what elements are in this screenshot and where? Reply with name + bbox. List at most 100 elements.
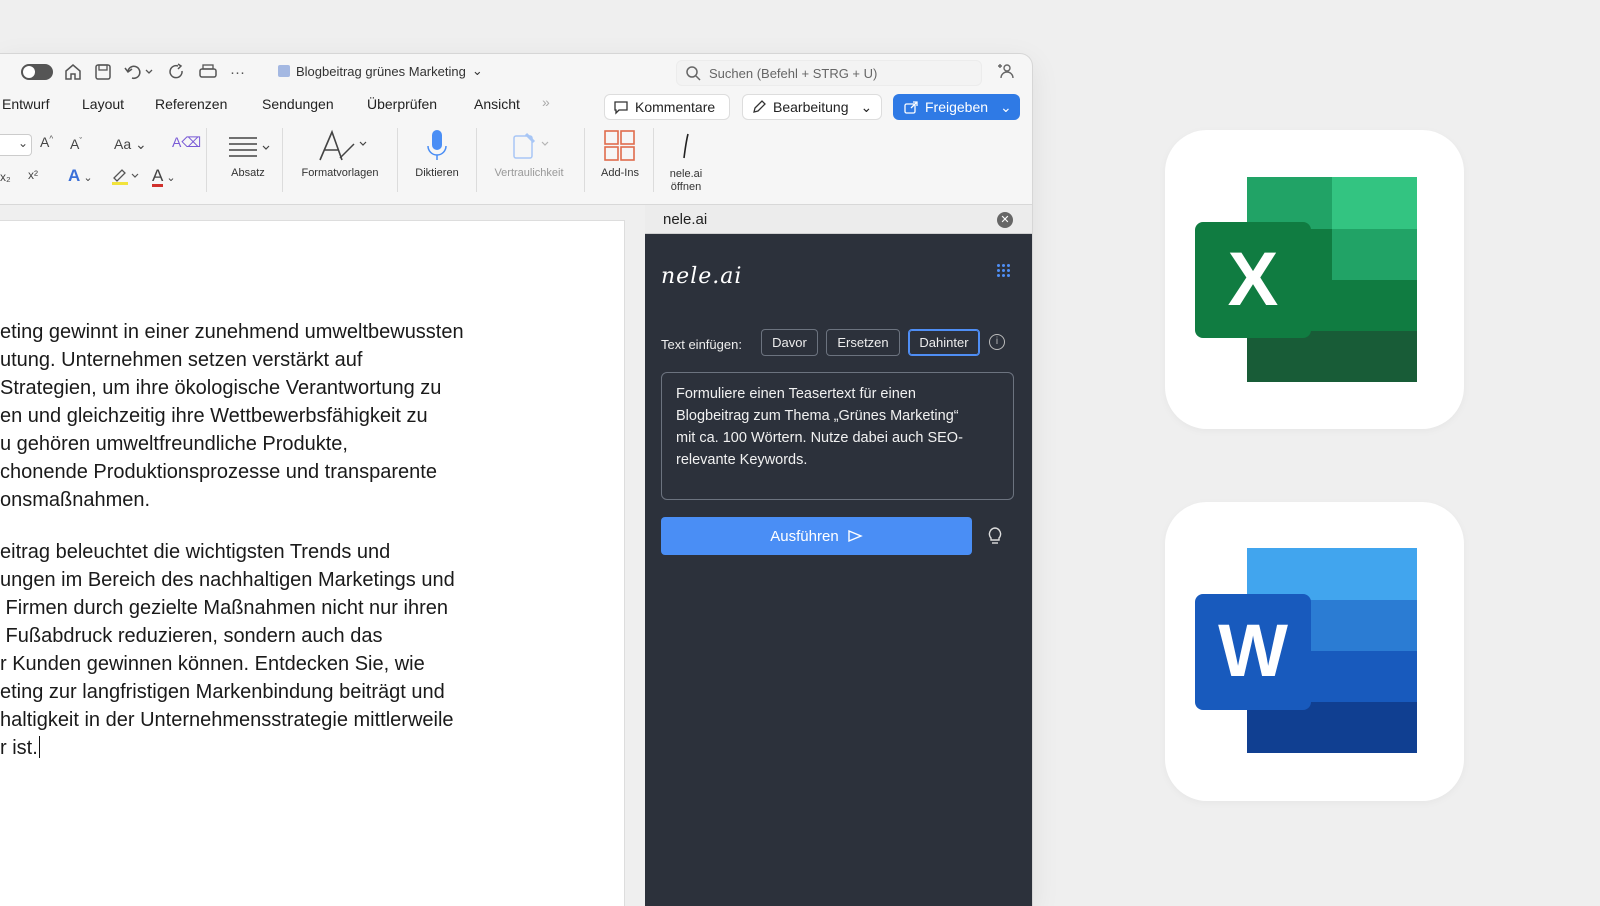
tab-layout[interactable]: Layout <box>82 94 124 114</box>
excel-app-tile: X <box>1165 130 1464 429</box>
styles-icon <box>319 129 367 161</box>
ribbon-separator <box>584 128 585 192</box>
document-line: utung. Unternehmen setzen verstärkt auf <box>0 349 363 371</box>
insert-replace-button[interactable]: Ersetzen <box>826 329 900 356</box>
document-line: r Kunden gewinnen können. Entdecken Sie,… <box>0 653 425 675</box>
nele-open-label-1: nele.ai <box>669 168 703 180</box>
grow-font-icon[interactable]: A^ <box>40 134 53 150</box>
editing-label: Bearbeitung <box>773 99 849 115</box>
chevron-down-icon: ⌄ <box>1000 98 1012 115</box>
paragraph-label: Absatz <box>231 167 265 179</box>
addins-label: Add-Ins <box>601 167 639 179</box>
document-line: haltigkeit in der Unternehmensstrategie … <box>0 709 454 731</box>
redo-icon[interactable] <box>168 62 186 82</box>
word-logo-icon: W <box>1195 548 1417 753</box>
text-effects-icon[interactable]: A ⌄ <box>68 166 93 186</box>
addins-group[interactable]: Add-Ins <box>592 126 648 179</box>
editing-mode-button[interactable]: Bearbeitung ⌄ <box>742 94 882 120</box>
insert-before-button[interactable]: Davor <box>761 329 818 356</box>
document-area: eting gewinnt in einer zunehmend umweltb… <box>0 204 645 906</box>
save-icon[interactable] <box>94 62 112 82</box>
tab-entwurf[interactable]: Entwurf <box>2 94 49 114</box>
sensitivity-icon <box>513 132 549 159</box>
sensitivity-group[interactable]: Vertraulichkeit <box>486 126 572 179</box>
superscript-icon[interactable]: x² <box>28 168 38 182</box>
document-line: onsmaßnahmen. <box>0 489 151 511</box>
nele-taskpane: nele.ai Text einfügen: Davor Ersetzen Da… <box>645 234 1032 906</box>
tab-ansicht[interactable]: Ansicht <box>474 94 520 114</box>
chevron-down-icon: ⌄ <box>860 98 873 115</box>
search-placeholder: Suchen (Befehl + STRG + U) <box>709 65 878 81</box>
word-letter: W <box>1218 609 1288 692</box>
insert-label: Text einfügen: <box>661 337 742 352</box>
document-line: ungen im Bereich des nachhaltigen Market… <box>0 569 455 591</box>
text-cursor <box>38 736 41 758</box>
run-button[interactable]: Ausführen <box>661 517 972 555</box>
share-button[interactable]: Freigeben ⌄ <box>893 94 1020 120</box>
dictate-group[interactable]: Diktieren <box>407 126 467 179</box>
more-tabs-icon[interactable]: » <box>542 94 550 110</box>
tab-sendungen[interactable]: Sendungen <box>262 94 334 114</box>
ribbon-separator <box>476 128 477 192</box>
font-color-icon[interactable]: A ⌄ <box>152 166 176 187</box>
nele-logo: nele.ai <box>661 264 743 289</box>
info-icon[interactable]: i <box>989 334 1005 350</box>
shrink-font-icon[interactable]: Aˇ <box>70 136 82 152</box>
play-icon <box>847 529 863 543</box>
dictate-label: Diktieren <box>415 167 459 179</box>
document-line: eting zur langfristigen Markenbindung be… <box>0 681 445 703</box>
insert-after-button[interactable]: Dahinter <box>908 329 980 356</box>
ribbon-separator <box>282 128 283 192</box>
search-icon <box>686 66 701 81</box>
font-size-select[interactable]: ⌄ <box>0 134 32 156</box>
pencil-icon <box>753 100 766 113</box>
document-line: Firmen durch gezielte Maßnahmen nicht nu… <box>0 597 448 619</box>
styles-group[interactable]: Formatvorlagen <box>292 126 388 179</box>
comments-button[interactable]: Kommentare <box>604 94 730 120</box>
share-icon <box>904 101 918 114</box>
document-line: en und gleichzeitig ihre Wettbewerbsfähi… <box>0 405 428 427</box>
microphone-icon <box>427 130 447 160</box>
highlight-icon[interactable] <box>110 166 140 189</box>
nele-open-label-2: öffnen <box>670 181 702 193</box>
apps-grid-icon[interactable] <box>997 264 1011 278</box>
word-window: ··· Blogbeitrag grünes Marketing ⌄ Suche… <box>0 54 1032 906</box>
document-title-text: Blogbeitrag grünes Marketing <box>296 63 466 79</box>
addins-icon <box>604 130 635 161</box>
ribbon-separator <box>206 128 207 192</box>
sensitivity-label: Vertraulichkeit <box>494 167 564 179</box>
lightbulb-icon[interactable] <box>987 526 1003 551</box>
nele-open-group[interactable]: nele.ai öffnen <box>658 126 714 194</box>
change-case-icon[interactable]: Aa ⌄ <box>114 136 147 153</box>
print-icon[interactable] <box>198 62 218 82</box>
taskpane-header: nele.ai ✕ <box>645 204 1032 234</box>
document-line: r ist. <box>0 734 455 762</box>
document-paragraph-1[interactable]: eting gewinnt in einer zunehmend umweltb… <box>0 318 464 514</box>
document-title[interactable]: Blogbeitrag grünes Marketing ⌄ <box>278 63 483 79</box>
share-label: Freigeben <box>925 99 989 115</box>
home-icon[interactable] <box>64 62 82 82</box>
subscript-icon[interactable]: x₂ <box>0 170 11 184</box>
autosave-toggle[interactable] <box>21 64 53 80</box>
document-page[interactable]: eting gewinnt in einer zunehmend umweltb… <box>0 221 624 906</box>
paragraph-group[interactable]: Absatz <box>218 126 278 179</box>
ribbon-separator <box>653 128 654 192</box>
document-paragraph-2[interactable]: eitrag beleuchtet die wichtigsten Trends… <box>0 538 455 762</box>
search-input[interactable]: Suchen (Befehl + STRG + U) <box>676 60 982 86</box>
close-icon[interactable]: ✕ <box>997 212 1013 228</box>
more-icon[interactable]: ··· <box>230 62 245 82</box>
run-label: Ausführen <box>770 527 839 545</box>
nele-logo-icon <box>683 133 689 159</box>
tab-referenzen[interactable]: Referenzen <box>155 94 227 114</box>
share-people-icon[interactable] <box>996 62 1014 85</box>
prompt-textarea[interactable]: Formuliere einen Teasertext für einen Bl… <box>661 372 1014 500</box>
styles-label: Formatvorlagen <box>301 167 379 179</box>
document-line: chonende Produktionsprozesse und transpa… <box>0 461 437 483</box>
undo-icon[interactable] <box>124 62 154 82</box>
document-line: eitrag beleuchtet die wichtigsten Trends… <box>0 541 391 563</box>
clear-formatting-icon[interactable]: A⌫ <box>172 134 201 151</box>
excel-letter: X <box>1228 237 1279 322</box>
document-line: Fußabdruck reduzieren, sondern auch das <box>0 625 383 647</box>
tab-ueberpruefen[interactable]: Überprüfen <box>367 94 437 114</box>
comments-label: Kommentare <box>635 99 716 115</box>
